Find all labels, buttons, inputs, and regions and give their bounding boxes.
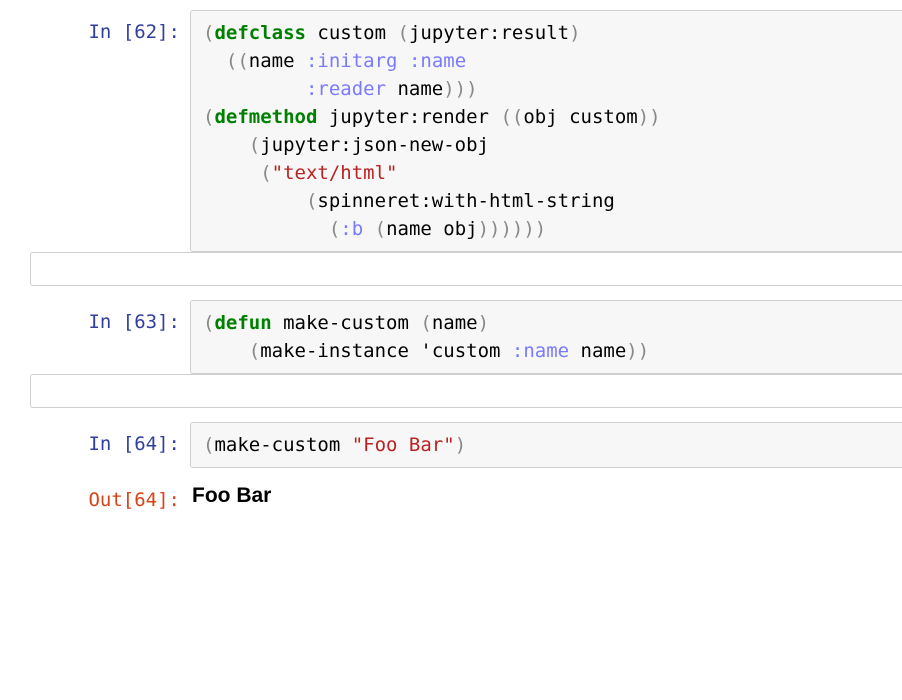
cell-62: In [62]: (defclass custom (jupyter:resul… <box>0 10 902 286</box>
cell-64-output: Foo Bar <box>190 478 902 508</box>
code-input-62[interactable]: (defclass custom (jupyter:result) ((name… <box>190 10 902 252</box>
cell-62-input-row: In [62]: (defclass custom (jupyter:resul… <box>0 10 902 252</box>
cell-64-output-row: Out[64]: Foo Bar <box>0 478 902 514</box>
cell-63-output-empty <box>30 374 902 408</box>
cell-63-input-row: In [63]: (defun make-custom (name) (make… <box>0 300 902 374</box>
code-input-63[interactable]: (defun make-custom (name) (make-instance… <box>190 300 902 374</box>
in-prompt-62: In [62]: <box>0 10 190 46</box>
cell-64-input-row: In [64]: (make-custom "Foo Bar") <box>0 422 902 468</box>
cell-63: In [63]: (defun make-custom (name) (make… <box>0 300 902 408</box>
cell-64: In [64]: (make-custom "Foo Bar") Out[64]… <box>0 422 902 514</box>
code-input-64[interactable]: (make-custom "Foo Bar") <box>190 422 902 468</box>
in-prompt-64: In [64]: <box>0 422 190 458</box>
out-prompt-64: Out[64]: <box>0 478 190 514</box>
cell-62-output-empty <box>30 252 902 286</box>
output-bold-text: Foo Bar <box>192 484 271 507</box>
in-prompt-63: In [63]: <box>0 300 190 336</box>
notebook: In [62]: (defclass custom (jupyter:resul… <box>0 0 902 538</box>
